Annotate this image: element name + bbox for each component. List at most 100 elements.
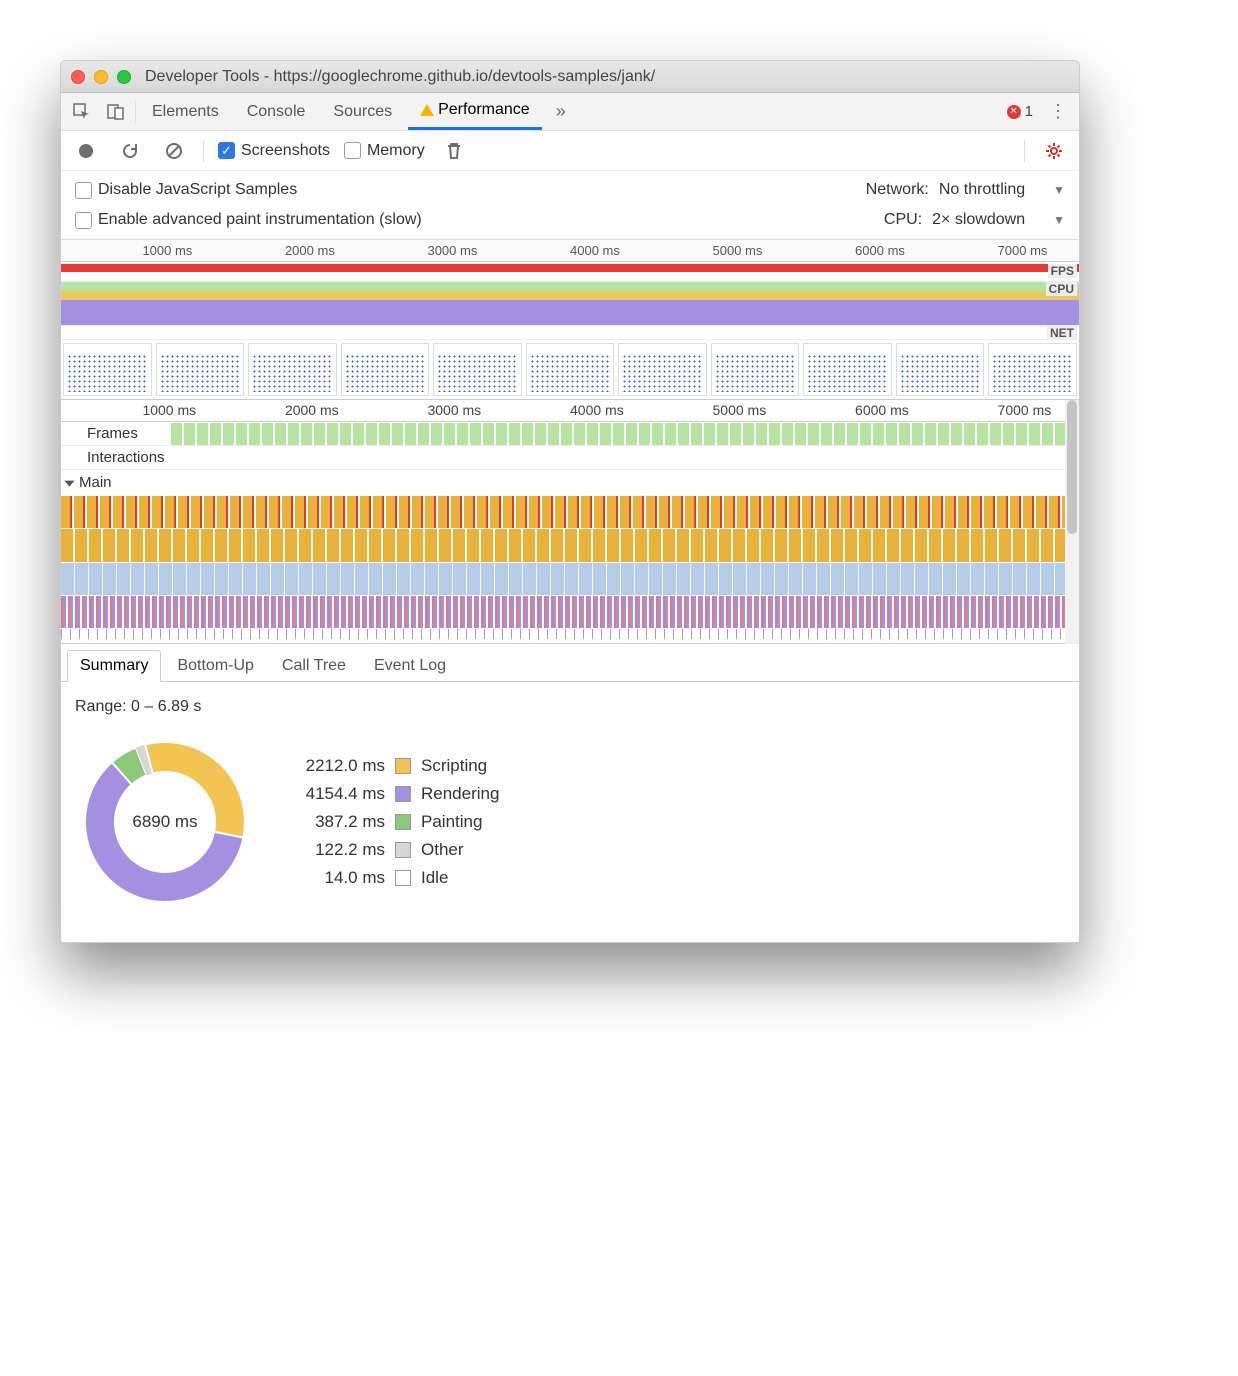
flame-row[interactable]	[61, 529, 1079, 561]
clear-icon[interactable]	[159, 136, 189, 166]
tab-console[interactable]: Console	[235, 93, 318, 130]
flame-row[interactable]	[61, 629, 1079, 639]
screenshots-checkbox[interactable]: ✓ Screenshots	[218, 142, 330, 160]
tab-elements[interactable]: Elements	[140, 93, 231, 130]
tab-performance[interactable]: Performance	[408, 93, 542, 130]
memory-checkbox[interactable]: Memory	[344, 142, 425, 160]
advanced-paint-label: Enable advanced paint instrumentation (s…	[98, 211, 422, 229]
close-icon[interactable]	[71, 70, 85, 84]
checkbox-off-icon	[344, 142, 361, 159]
cpu-throttling-dropdown[interactable]: 2× slowdown ▼	[932, 211, 1065, 229]
checkbox-off-icon	[75, 212, 92, 229]
legend-rendering: 4154.4 ms Rendering	[285, 784, 499, 804]
legend-scripting: 2212.0 ms Scripting	[285, 756, 499, 776]
zoom-icon[interactable]	[117, 70, 131, 84]
checkbox-off-icon	[75, 182, 92, 199]
range-text: Range: 0 – 6.89 s	[75, 698, 1065, 716]
fps-label: FPS	[1048, 264, 1077, 278]
tab-call-tree[interactable]: Call Tree	[270, 651, 358, 681]
perf-toolbar: ✓ Screenshots Memory	[61, 131, 1079, 171]
device-toggle-icon[interactable]	[101, 97, 131, 127]
scrollbar[interactable]	[1065, 400, 1079, 644]
details-tab-bar: Summary Bottom-Up Call Tree Event Log	[61, 644, 1079, 682]
disable-js-samples-checkbox[interactable]: Disable JavaScript Samples	[75, 181, 297, 199]
detail-ruler: 1000 ms 2000 ms 3000 ms 4000 ms 5000 ms …	[61, 400, 1079, 422]
overview-pane[interactable]: 1000 ms 2000 ms 3000 ms 4000 ms 5000 ms …	[61, 240, 1079, 400]
main-lane-label: Main	[79, 474, 112, 491]
screenshot-thumb[interactable]	[341, 343, 430, 396]
screenshot-thumb[interactable]	[248, 343, 337, 396]
reload-icon[interactable]	[115, 136, 145, 166]
summary-pane: Range: 0 – 6.89 s 6890 ms 2212.0 ms Scri…	[61, 682, 1079, 942]
main-lane-header[interactable]: Main	[61, 470, 1079, 494]
flame-row[interactable]	[61, 563, 1079, 595]
cpu-track: CPU	[61, 282, 1079, 326]
interactions-lane[interactable]: Interactions	[61, 446, 1079, 470]
main-flamechart[interactable]	[61, 494, 1079, 644]
screenshot-thumb[interactable]	[803, 343, 892, 396]
network-label: Network:	[866, 181, 929, 199]
cpu-label: CPU:	[884, 211, 922, 229]
swatch-icon	[395, 758, 411, 774]
cpu-label: CPU	[1046, 282, 1077, 296]
interactions-lane-label: Interactions	[61, 449, 171, 466]
garbage-icon[interactable]	[439, 136, 469, 166]
net-track: NET	[61, 326, 1079, 340]
screenshot-thumb[interactable]	[526, 343, 615, 396]
kebab-menu-icon[interactable]: ⋮	[1043, 97, 1073, 127]
swatch-icon	[395, 786, 411, 802]
advanced-paint-checkbox[interactable]: Enable advanced paint instrumentation (s…	[75, 211, 422, 229]
screenshot-filmstrip[interactable]	[61, 340, 1079, 400]
legend-painting: 387.2 ms Painting	[285, 812, 499, 832]
window-title: Developer Tools - https://googlechrome.g…	[145, 68, 655, 86]
screenshot-thumb[interactable]	[156, 343, 245, 396]
summary-donut-chart: 6890 ms	[75, 732, 255, 912]
frames-strip	[171, 423, 1079, 445]
swatch-icon	[395, 814, 411, 830]
fps-track: FPS	[61, 264, 1079, 282]
screenshots-label: Screenshots	[241, 142, 330, 160]
flamechart-pane[interactable]: 1000 ms 2000 ms 3000 ms 4000 ms 5000 ms …	[61, 400, 1079, 644]
tab-summary[interactable]: Summary	[67, 650, 161, 682]
screenshot-thumb[interactable]	[711, 343, 800, 396]
memory-label: Memory	[367, 142, 425, 160]
legend-idle: 14.0 ms Idle	[285, 868, 499, 888]
screenshot-thumb[interactable]	[618, 343, 707, 396]
cpu-value: 2× slowdown	[932, 211, 1025, 229]
network-throttling-dropdown[interactable]: No throttling ▼	[939, 181, 1065, 199]
scrollbar-thumb[interactable]	[1067, 400, 1077, 534]
tab-performance-label: Performance	[438, 101, 530, 119]
net-label: NET	[1047, 326, 1077, 340]
devtools-window: Developer Tools - https://googlechrome.g…	[60, 60, 1080, 943]
separator	[203, 140, 204, 162]
chevron-down-icon: ▼	[1053, 183, 1065, 197]
frames-lane[interactable]: Frames	[61, 422, 1079, 446]
record-icon[interactable]	[71, 136, 101, 166]
screenshot-thumb[interactable]	[433, 343, 522, 396]
frames-lane-label: Frames	[61, 425, 171, 442]
tab-bottom-up[interactable]: Bottom-Up	[165, 651, 265, 681]
disable-js-label: Disable JavaScript Samples	[98, 181, 297, 199]
error-count[interactable]: ✕ 1	[1007, 103, 1033, 120]
swatch-icon	[395, 842, 411, 858]
tab-sources[interactable]: Sources	[321, 93, 404, 130]
minimize-icon[interactable]	[94, 70, 108, 84]
overview-ruler: 1000 ms 2000 ms 3000 ms 4000 ms 5000 ms …	[61, 240, 1079, 262]
settings-icon[interactable]	[1039, 136, 1069, 166]
titlebar: Developer Tools - https://googlechrome.g…	[61, 61, 1079, 93]
more-tabs-icon[interactable]: »	[546, 97, 576, 127]
flame-row[interactable]	[61, 596, 1079, 628]
flame-row[interactable]	[61, 496, 1079, 528]
chevron-down-icon: ▼	[1053, 213, 1065, 227]
screenshot-thumb[interactable]	[63, 343, 152, 396]
screenshot-thumb[interactable]	[896, 343, 985, 396]
error-count-value: 1	[1025, 103, 1033, 120]
tab-event-log[interactable]: Event Log	[362, 651, 458, 681]
summary-legend: 2212.0 ms Scripting 4154.4 ms Rendering …	[285, 756, 499, 888]
warning-icon	[420, 104, 434, 116]
disclosure-triangle-icon[interactable]	[64, 480, 74, 486]
inspect-icon[interactable]	[67, 97, 97, 127]
screenshot-thumb[interactable]	[988, 343, 1077, 396]
capture-settings: Disable JavaScript Samples Network: No t…	[61, 171, 1079, 240]
donut-total: 6890 ms	[75, 732, 255, 912]
